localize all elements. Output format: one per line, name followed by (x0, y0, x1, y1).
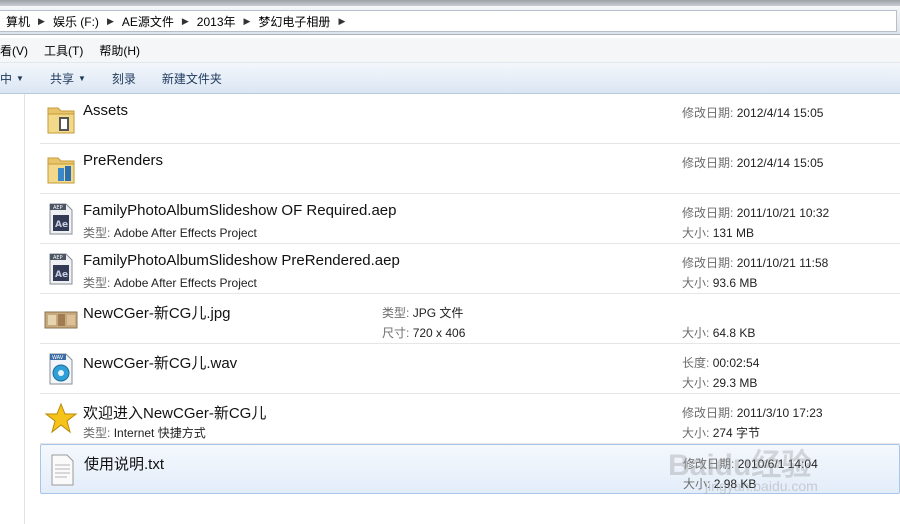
duration: 长度: 00:02:54 (682, 356, 760, 370)
file-type: 类型: Internet 快捷方式 (83, 426, 206, 440)
image-dimensions: 尺寸: 720 x 406 (382, 326, 466, 340)
file-row-wav[interactable]: WAV NewCGer-新CG儿.wav 长度: 00:02:54 大小: 29… (40, 344, 900, 394)
file-name: NewCGer-新CG儿.jpg (83, 305, 231, 322)
breadcrumb[interactable]: 算机 ▶ 娱乐 (F:) ▶ AE源文件 ▶ 2013年 ▶ 梦幻电子相册 ▶ (0, 10, 897, 32)
file-row-aep-required[interactable]: AEP Ae FamilyPhotoAlbumSlideshow OF Requ… (40, 194, 900, 244)
file-row-aep-prerendered[interactable]: AEP Ae FamilyPhotoAlbumSlideshow PreRend… (40, 244, 900, 294)
modified-date: 修改日期: 2011/10/21 11:58 (682, 256, 829, 270)
svg-text:Ae: Ae (55, 270, 68, 280)
file-name: 使用说明.txt (84, 456, 165, 473)
svg-text:AEP: AEP (53, 205, 63, 211)
breadcrumb-computer[interactable]: 算机 (0, 13, 36, 30)
command-bar: 中 ▼ 共享 ▼ 刻录 新建文件夹 (0, 63, 900, 94)
share-button[interactable]: 共享 ▼ (37, 70, 99, 87)
svg-text:Ae: Ae (55, 220, 68, 230)
menu-bar: 看(V) 工具(T) 帮助(H) (0, 38, 900, 63)
file-row-txt[interactable]: 使用说明.txt 修改日期: 2010/6/1 14:04 大小: 2.98 K… (40, 444, 900, 494)
breadcrumb-ae-source[interactable]: AE源文件 (116, 13, 180, 30)
menu-view[interactable]: 看(V) (0, 42, 36, 59)
file-size: 大小: 2.98 KB (683, 477, 757, 491)
dropdown-arrow-icon: ▼ (16, 73, 24, 83)
file-row-jpg[interactable]: NewCGer-新CG儿.jpg 类型: JPG 文件 尺寸: 720 x 40… (40, 294, 900, 344)
breadcrumb-2013[interactable]: 2013年 (191, 13, 242, 30)
chevron-right-icon[interactable]: ▶ (180, 16, 191, 27)
file-name: NewCGer-新CG儿.wav (83, 355, 238, 372)
include-in-library-button[interactable]: 中 ▼ (0, 70, 37, 87)
new-folder-label: 新建文件夹 (161, 71, 222, 86)
menu-help[interactable]: 帮助(H) (91, 42, 148, 59)
navigation-pane[interactable] (0, 94, 25, 524)
file-type: 类型: JPG 文件 (382, 306, 464, 320)
star-shortcut-icon (44, 402, 78, 434)
file-name: PreRenders (83, 152, 164, 169)
aep-file-icon: AEP Ae (49, 253, 73, 285)
file-size: 大小: 131 MB (682, 226, 755, 240)
file-size: 大小: 274 字节 (682, 426, 761, 440)
file-row-internet-shortcut[interactable]: 欢迎进入NewCGer-新CG儿 类型: Internet 快捷方式 修改日期:… (40, 394, 900, 444)
file-type: 类型: Adobe After Effects Project (83, 276, 257, 290)
aep-file-icon: AEP Ae (49, 203, 73, 235)
file-row-assets[interactable]: Assets 修改日期: 2012/4/14 15:05 (40, 94, 900, 144)
file-size: 大小: 29.3 MB (682, 376, 758, 390)
share-label: 共享 (49, 71, 74, 86)
jpg-thumbnail-icon (44, 311, 78, 329)
dropdown-arrow-icon: ▼ (77, 73, 86, 83)
modified-date: 修改日期: 2010/6/1 14:04 (683, 457, 818, 471)
wav-file-icon: WAV (49, 353, 73, 385)
new-folder-button[interactable]: 新建文件夹 (149, 70, 235, 87)
file-name: Assets (83, 102, 129, 119)
chevron-right-icon[interactable]: ▶ (105, 16, 116, 27)
modified-date: 修改日期: 2012/4/14 15:05 (682, 106, 824, 120)
breadcrumb-drive[interactable]: 娱乐 (F:) (47, 13, 105, 30)
burn-button[interactable]: 刻录 (99, 70, 149, 87)
chevron-right-icon[interactable]: ▶ (36, 16, 47, 27)
file-row-prerenders[interactable]: PreRenders 修改日期: 2012/4/14 15:05 (40, 144, 900, 194)
file-size: 大小: 64.8 KB (682, 326, 756, 340)
chevron-right-icon[interactable]: ▶ (336, 16, 347, 27)
address-bar: 算机 ▶ 娱乐 (F:) ▶ AE源文件 ▶ 2013年 ▶ 梦幻电子相册 ▶ (0, 6, 900, 35)
file-list: Assets 修改日期: 2012/4/14 15:05 PreRenders … (40, 94, 900, 494)
menu-tools[interactable]: 工具(T) (36, 42, 91, 59)
file-name: FamilyPhotoAlbumSlideshow PreRendered.ae… (83, 252, 400, 269)
file-type: 类型: Adobe After Effects Project (83, 226, 257, 240)
svg-text:AEP: AEP (53, 255, 63, 261)
svg-text:WAV: WAV (52, 355, 64, 361)
burn-label: 刻录 (111, 71, 136, 86)
chevron-right-icon[interactable]: ▶ (242, 16, 253, 27)
folder-icon (47, 107, 75, 134)
modified-date: 修改日期: 2012/4/14 15:05 (682, 156, 824, 170)
file-size: 大小: 93.6 MB (682, 276, 758, 290)
folder-icon (47, 157, 75, 184)
include-label: 中 (0, 71, 13, 86)
file-name: 欢迎进入NewCGer-新CG儿 (83, 405, 267, 422)
txt-file-icon (51, 454, 74, 486)
modified-date: 修改日期: 2011/3/10 17:23 (682, 406, 823, 420)
modified-date: 修改日期: 2011/10/21 10:32 (682, 206, 830, 220)
file-name: FamilyPhotoAlbumSlideshow OF Required.ae… (83, 202, 397, 219)
breadcrumb-album[interactable]: 梦幻电子相册 (252, 13, 336, 30)
